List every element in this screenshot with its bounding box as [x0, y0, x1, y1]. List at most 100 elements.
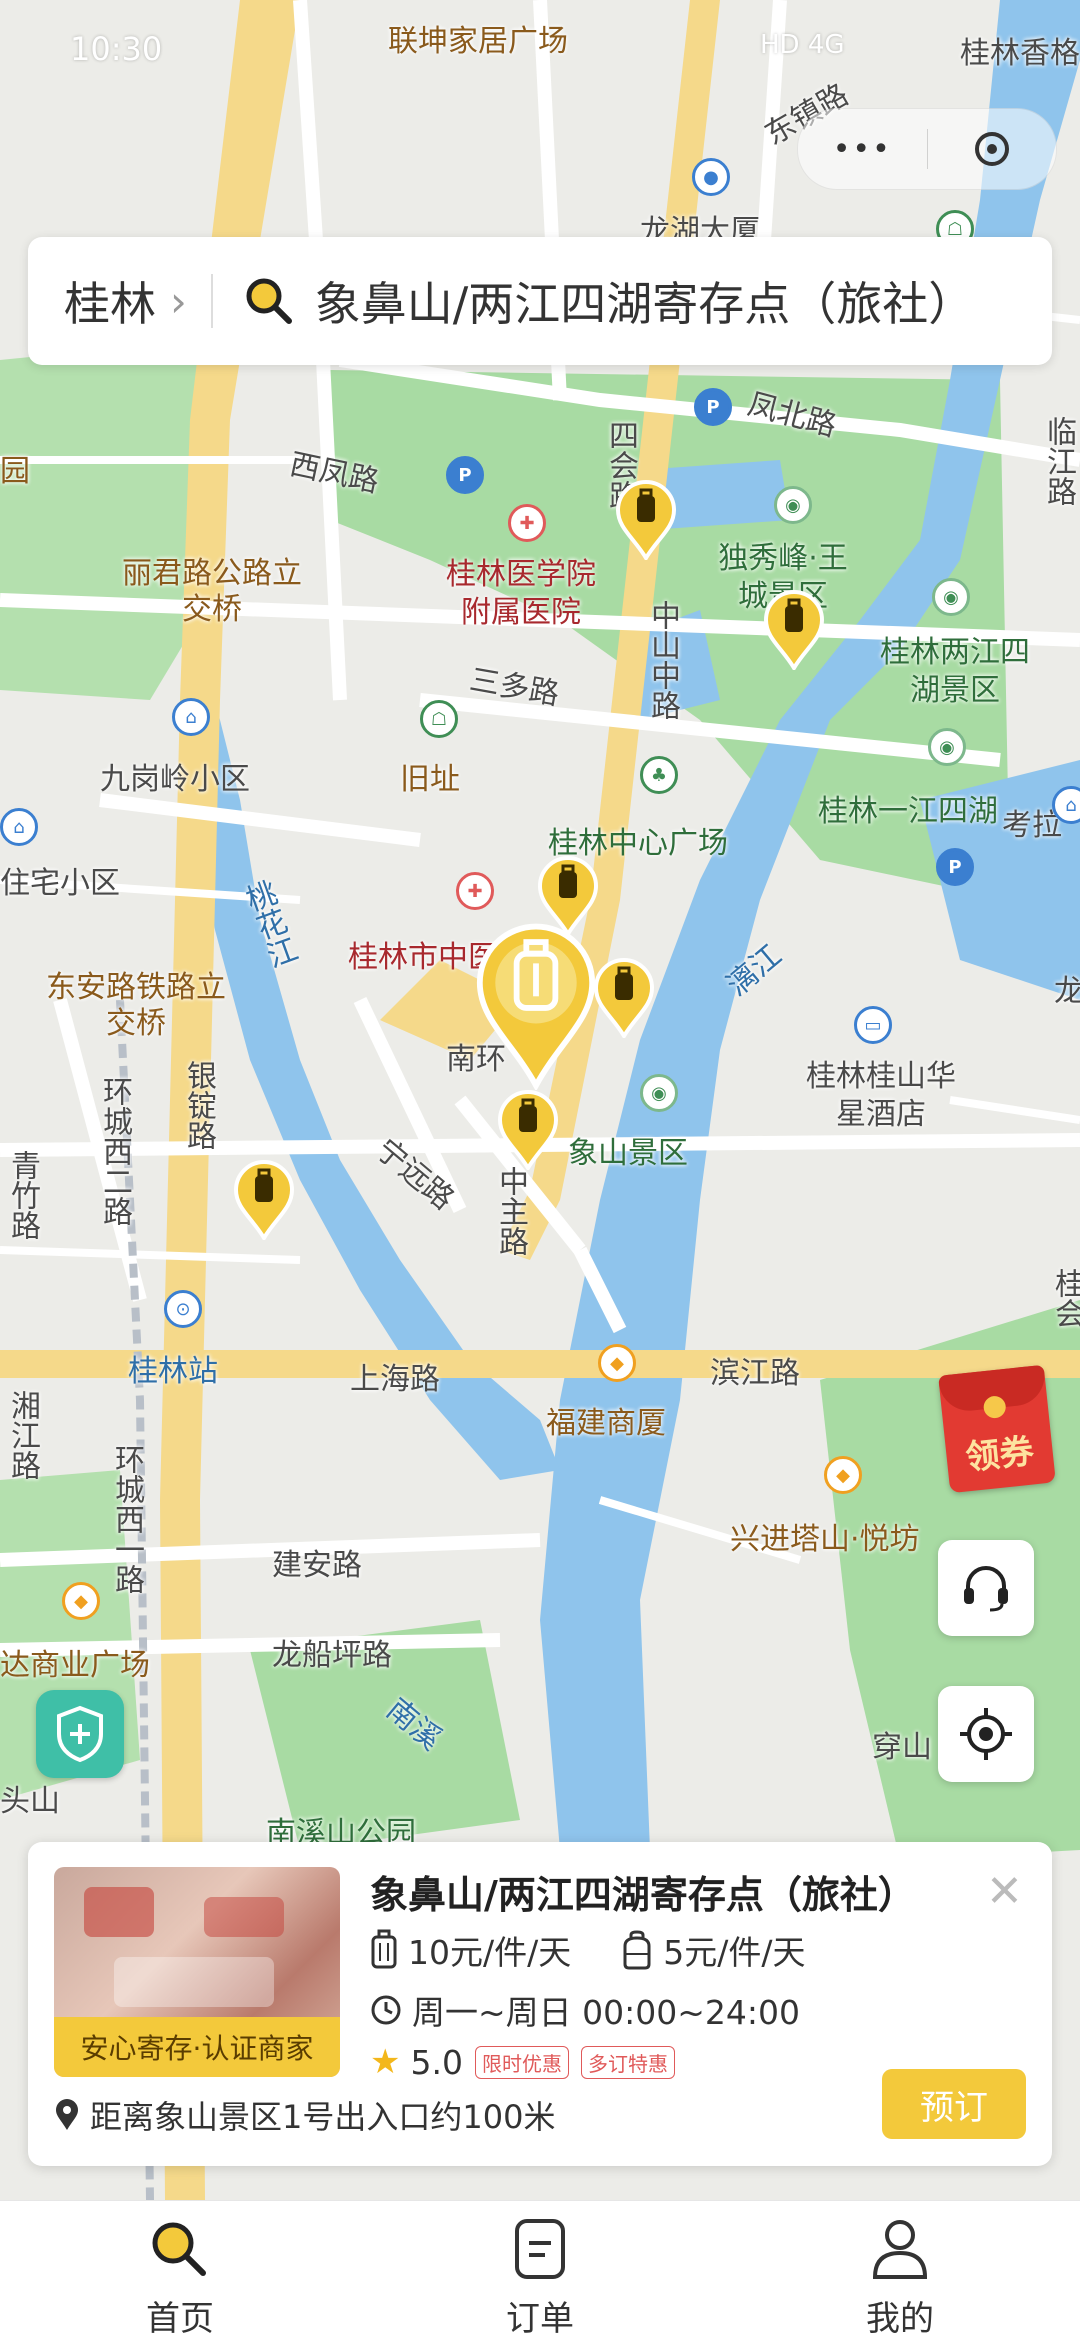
map-label-liangjiang-sihu: 桂林两江四湖景区 — [880, 635, 1030, 708]
bag-icon — [623, 1930, 651, 1970]
hospital-poi-icon[interactable]: ✚ — [456, 872, 494, 910]
scenic-poi-icon[interactable]: ◉ — [932, 578, 970, 616]
luggage-price: 10元/件/天 — [408, 1933, 572, 1972]
storage-pin-icon[interactable] — [592, 958, 656, 1038]
verified-merchant-badge: 安心寄存·认证商家 — [54, 2017, 340, 2077]
tab-profile[interactable]: 我的 — [830, 2217, 970, 2340]
building-poi-icon[interactable]: ● — [692, 158, 730, 196]
map-label-jianan-road: 建安路 — [272, 1548, 362, 1583]
tab-home-label: 首页 — [146, 2299, 214, 2339]
tab-home[interactable]: 首页 — [110, 2217, 250, 2340]
map-label-xiangjiang-road: 湘江路 — [5, 1390, 40, 1480]
more-menu-icon[interactable]: ••• — [798, 132, 927, 167]
headset-icon — [964, 1566, 1008, 1612]
map-label-guishan-hotel: 桂林桂山华星酒店 — [806, 1059, 956, 1132]
map-label-yuan: 园 — [0, 454, 30, 489]
parking-poi-icon[interactable]: P — [446, 456, 484, 494]
tab-bar: 首页 订单 我的 — [0, 2200, 1080, 2341]
residential-poi-icon[interactable]: ⌂ — [172, 698, 210, 736]
map-label-long: 龙 — [1054, 974, 1080, 1009]
map-label-da-shang: 达商业广场 — [0, 1648, 150, 1683]
map-label-zhongshan-zhu: 中主路 — [493, 1166, 528, 1256]
map-label-residential: 住宅小区 — [0, 866, 120, 901]
map-label-qingzhu-road: 青竹路 — [5, 1150, 40, 1240]
tab-orders[interactable]: 订单 — [470, 2217, 610, 2340]
map-label-jiuzhi: 旧址 — [400, 762, 460, 797]
landmark-poi-icon[interactable]: ☖ — [420, 700, 458, 738]
star-icon: ★ — [370, 2042, 401, 2082]
locate-icon — [960, 1708, 1012, 1760]
parking-poi-icon[interactable]: P — [936, 848, 974, 886]
rating-value: 5.0 — [410, 2042, 463, 2082]
storage-pin-icon[interactable] — [762, 590, 826, 670]
map-label-lianshen: 联坤家居广场 — [388, 24, 568, 59]
map-label-dongan-overpass: 东安路铁路立交桥 — [46, 970, 226, 1041]
search-bar[interactable]: 桂林 › 象鼻山/两江四湖寄存点（旅社） — [28, 237, 1052, 365]
map-label-zhongshan-middle: 中山中路 — [645, 600, 680, 720]
station-poi-icon[interactable]: ⊙ — [164, 1290, 202, 1328]
book-button[interactable]: 预订 — [882, 2069, 1026, 2139]
storage-pin-icon[interactable] — [232, 1160, 296, 1240]
map-label-toushan: 头山 — [0, 1784, 60, 1819]
order-icon — [515, 2219, 565, 2279]
map-label-xingjin-tashan: 兴进塔山·悦坊 — [730, 1522, 920, 1557]
distance-text: 距离象山景区1号出入口约100米 — [90, 2098, 556, 2136]
tab-orders-label: 订单 — [506, 2299, 574, 2339]
coupon-button[interactable]: 领券 — [938, 1364, 1056, 1494]
city-selector[interactable]: 桂林 — [64, 268, 156, 334]
store-card[interactable]: 安心寄存·认证商家 象鼻山/两江四湖寄存点（旅社） ✕ 10元/件/天 5元/件… — [28, 1842, 1052, 2166]
shopping-poi-icon[interactable]: ◆ — [598, 1344, 636, 1382]
map-label-fujian-building: 福建商厦 — [546, 1406, 666, 1441]
storage-pin-icon[interactable] — [496, 1090, 560, 1170]
hospital-poi-icon[interactable]: ✚ — [508, 504, 546, 542]
hotel-poi-icon[interactable]: ▭ — [854, 1006, 892, 1044]
bag-price: 5元/件/天 — [663, 1933, 806, 1972]
map-label-elephant-hill: 象山景区 — [568, 1136, 688, 1171]
residential-poi-icon[interactable]: ⌂ — [0, 808, 38, 846]
location-pin-icon — [56, 2099, 78, 2130]
divider — [210, 274, 213, 328]
hours-row: 周一~周日 00:00~24:00 — [370, 1986, 800, 2034]
miniprogram-capsule[interactable]: ••• — [797, 108, 1057, 190]
status-time: 10:30 — [70, 30, 163, 68]
locate-button[interactable] — [938, 1686, 1034, 1782]
map-label-linjiang-road: 临江路 — [1041, 416, 1076, 506]
storage-pin-icon[interactable] — [614, 480, 678, 560]
scenic-poi-icon[interactable]: ◉ — [928, 728, 966, 766]
tree-poi-icon[interactable]: ♣ — [640, 756, 678, 794]
search-icon — [152, 2222, 206, 2276]
search-icon[interactable] — [241, 273, 297, 329]
map-label-gui-hui: 桂会 — [1049, 1268, 1080, 1328]
distance-row: 距离象山景区1号出入口约100米 — [54, 2092, 555, 2138]
chevron-right-icon[interactable]: › — [170, 277, 187, 326]
search-input[interactable]: 象鼻山/两江四湖寄存点（旅社） — [315, 268, 995, 334]
status-network: HD 4G — [760, 30, 845, 60]
close-card-icon[interactable]: ✕ — [986, 1866, 1023, 1917]
customer-service-button[interactable] — [938, 1540, 1034, 1636]
map-label-jiugangling: 九岗岭小区 — [100, 762, 250, 797]
safety-shield-button[interactable] — [36, 1690, 124, 1778]
map-label-lijun-overpass: 丽君路公路立交桥 — [122, 556, 302, 627]
shopping-poi-icon[interactable]: ◆ — [62, 1582, 100, 1620]
scenic-poi-icon[interactable]: ◉ — [774, 486, 812, 524]
map-label-lijiang-road: 滨江路 — [710, 1356, 800, 1391]
clock-icon — [371, 1995, 401, 2025]
map-label-guilin-station: 桂林站 — [128, 1354, 218, 1389]
map-label-longchuanping-road: 龙船坪路 — [272, 1638, 392, 1673]
store-title: 象鼻山/两江四湖寄存点（旅社） — [370, 1873, 916, 1917]
parking-poi-icon[interactable]: P — [694, 388, 732, 426]
close-miniprogram-icon[interactable] — [928, 129, 1057, 169]
map-label-medical-hospital: 桂林医学院附属医院 — [446, 557, 596, 630]
scenic-poi-icon[interactable]: ◉ — [640, 1074, 678, 1112]
opening-hours: 周一~周日 00:00~24:00 — [412, 1993, 800, 2032]
luggage-icon — [371, 1929, 397, 1969]
shopping-poi-icon[interactable]: ◆ — [824, 1456, 862, 1494]
map-label-shanghai-road: 上海路 — [350, 1362, 440, 1397]
promo-tag: 限时优惠 — [474, 2045, 569, 2079]
map-label-chuanshan: 穿山 — [872, 1730, 932, 1765]
selected-storage-pin-icon[interactable] — [474, 922, 598, 1090]
map-label-yinding-road: 银锭路 — [181, 1060, 216, 1150]
price-row: 10元/件/天 5元/件/天 — [370, 1926, 805, 1974]
promo-tag: 多订特惠 — [580, 2045, 675, 2079]
map-label-guilin-yijiang: 桂林一江四湖 — [818, 794, 998, 829]
